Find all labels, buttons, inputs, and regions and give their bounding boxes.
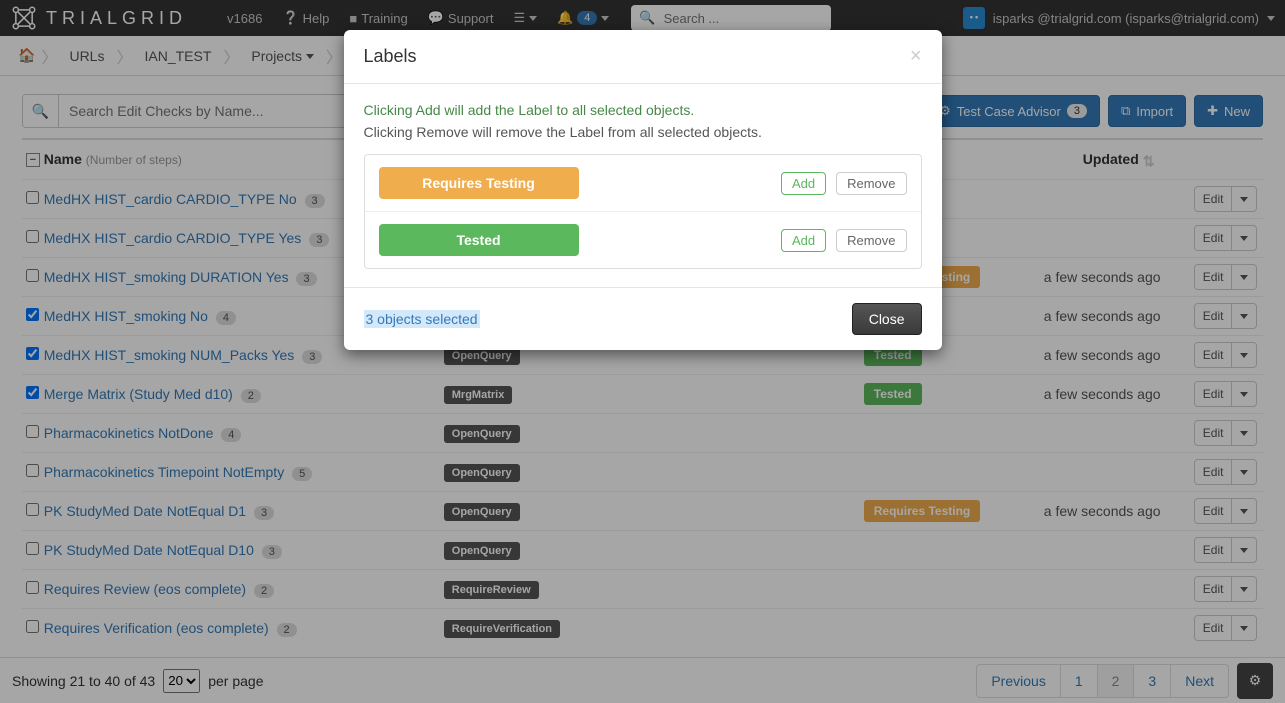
add-label-button[interactable]: Add [781,172,826,195]
label-panel: Requires Testing Add Remove Tested Add Remove [364,154,922,269]
msg-add: Clicking Add will add the Label to all s… [364,102,922,118]
remove-label-button[interactable]: Remove [836,172,906,195]
modal-header: Labels × [344,30,942,83]
modal-body: Clicking Add will add the Label to all s… [344,83,942,288]
label-row: Requires Testing Add Remove [365,155,921,211]
msg-remove: Clicking Remove will remove the Label fr… [364,124,922,140]
close-icon[interactable]: × [910,45,922,68]
remove-label-button[interactable]: Remove [836,229,906,252]
label-chip: Tested [379,224,579,256]
label-row: Tested Add Remove [365,211,921,268]
selected-count-text: 3 objects selected [364,310,480,328]
label-chip: Requires Testing [379,167,579,199]
close-button[interactable]: Close [852,303,922,335]
modal-footer: 3 objects selected Close [344,288,942,350]
modal-title: Labels [364,46,417,67]
add-label-button[interactable]: Add [781,229,826,252]
modal-overlay: Labels × Clicking Add will add the Label… [0,0,1285,703]
labels-modal: Labels × Clicking Add will add the Label… [344,30,942,350]
